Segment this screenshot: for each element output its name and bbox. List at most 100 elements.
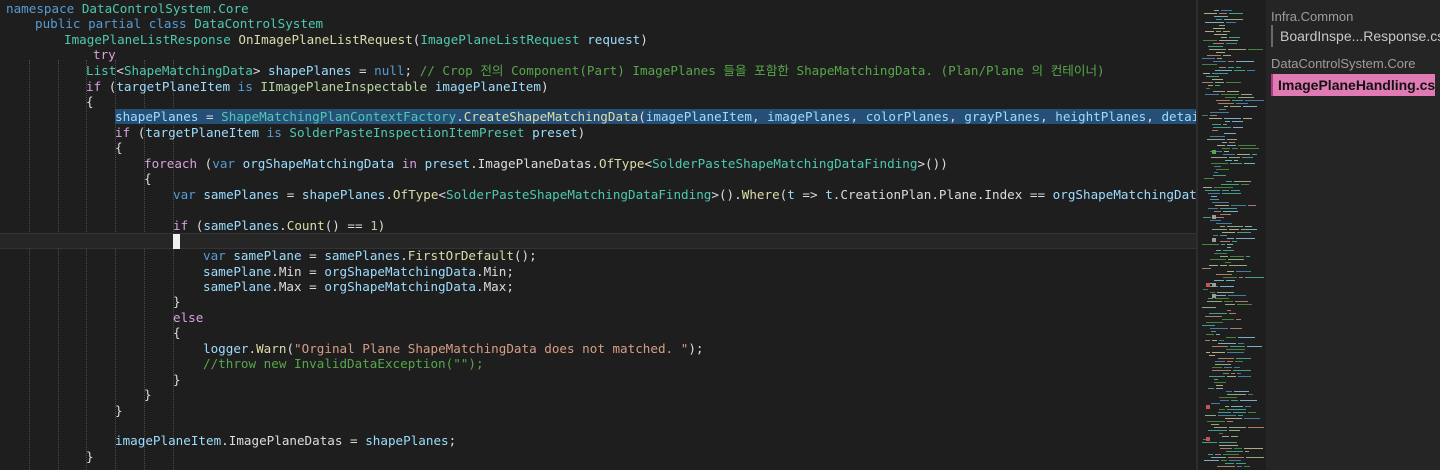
code-token: ) — [577, 125, 586, 140]
minimap-line — [1223, 373, 1229, 374]
minimap-line — [1210, 292, 1215, 293]
code-token: => — [794, 187, 826, 202]
minimap-line — [1212, 352, 1225, 353]
code-line: namespace DataControlSystem.Core — [6, 1, 249, 17]
file-tab-active[interactable]: ImagePlaneHandling.cs — [1271, 74, 1435, 96]
code-token: = — [279, 187, 302, 202]
minimap-line — [1216, 274, 1232, 275]
minimap-line — [1210, 112, 1229, 113]
code-token: imagePlaneItem — [434, 79, 541, 94]
minimap-line — [1244, 418, 1260, 419]
minimap-line — [1205, 22, 1224, 23]
minimap-line — [1202, 244, 1219, 245]
minimap-line — [1213, 43, 1224, 44]
minimap-line — [1216, 31, 1221, 32]
minimap-line — [1222, 193, 1241, 194]
minimap-line — [1223, 211, 1238, 212]
code-token: DataControlSystem.Core — [81, 1, 249, 16]
minimap-line — [1220, 241, 1230, 242]
minimap-line — [1217, 58, 1222, 59]
minimap-line — [1238, 97, 1254, 98]
minimap-line — [1234, 367, 1240, 368]
code-line: try — [93, 47, 116, 63]
minimap-line — [1211, 403, 1220, 404]
minimap-line — [1227, 352, 1244, 353]
minimap-line — [1222, 436, 1229, 437]
minimap-line — [1202, 442, 1217, 443]
minimap-line — [1221, 10, 1232, 11]
minimap-line — [1214, 10, 1219, 11]
minimap-line — [1220, 214, 1231, 215]
minimap-line — [1244, 466, 1250, 467]
minimap-line — [1212, 370, 1231, 371]
file-tab[interactable]: BoardInspe...Response.cs — [1271, 25, 1440, 47]
code-token: samePlane — [203, 279, 272, 294]
minimap-line — [1214, 427, 1227, 428]
minimap-line — [1224, 133, 1236, 134]
minimap-line — [1223, 31, 1230, 32]
code-token: detailResp — [1161, 109, 1196, 124]
tab-group-label: Infra.Common — [1271, 9, 1354, 24]
minimap-line — [1209, 355, 1215, 356]
minimap[interactable] — [1198, 0, 1266, 470]
minimap-line — [1205, 340, 1210, 341]
code-line: { — [173, 325, 181, 341]
code-token: = — [301, 248, 325, 263]
minimap-line — [1246, 457, 1264, 458]
minimap-line — [1210, 115, 1217, 116]
code-token: CreateShapeMatchingData — [463, 109, 639, 124]
code-token: DataControlSystem — [194, 16, 324, 31]
minimap-line — [1203, 73, 1210, 74]
minimap-line — [1210, 136, 1225, 137]
minimap-line — [1214, 172, 1218, 173]
minimap-line — [1243, 118, 1252, 119]
minimap-line — [1228, 259, 1244, 260]
minimap-line — [1203, 40, 1217, 41]
code-token: < — [116, 63, 124, 78]
minimap-line — [1236, 238, 1255, 239]
minimap-line — [1221, 244, 1225, 245]
code-token: heightPlanes — [1055, 109, 1147, 124]
tab-group-label: DataControlSystem.Core — [1271, 56, 1416, 71]
minimap-line — [1242, 157, 1253, 158]
code-token: OfType — [599, 156, 645, 171]
code-token: SolderPasteShapeMatchingDataFinding — [652, 156, 918, 171]
minimap-line — [1219, 340, 1224, 341]
minimap-line — [1212, 202, 1229, 203]
code-editor[interactable]: namespace DataControlSystem.Core public p… — [0, 0, 1196, 470]
minimap-line — [1218, 103, 1234, 104]
minimap-marker — [1212, 294, 1216, 298]
code-token: request — [587, 32, 641, 47]
code-line: } — [115, 403, 123, 419]
file-tab-label: ImagePlaneHandling.cs — [1278, 77, 1436, 93]
code-token: , — [1040, 109, 1056, 124]
code-token: imagePlaneItem — [115, 433, 222, 448]
minimap-marker — [1212, 238, 1216, 242]
minimap-line — [1207, 55, 1221, 56]
minimap-line — [1234, 70, 1245, 71]
minimap-line — [1214, 211, 1221, 212]
minimap-line — [1220, 256, 1228, 257]
minimap-line — [1212, 229, 1227, 230]
minimap-line — [1207, 139, 1225, 140]
minimap-line — [1208, 208, 1218, 209]
minimap-line — [1238, 145, 1256, 146]
code-token: var — [203, 248, 234, 263]
code-token: samePlane — [203, 264, 272, 279]
minimap-line — [1228, 49, 1246, 50]
minimap-line — [1220, 208, 1237, 209]
minimap-line — [1221, 184, 1239, 185]
text-caret — [173, 234, 180, 249]
minimap-line — [1244, 163, 1255, 164]
minimap-line — [1240, 400, 1257, 401]
minimap-line — [1234, 448, 1242, 449]
minimap-line — [1219, 397, 1237, 398]
minimap-line — [1245, 451, 1249, 452]
minimap-line — [1212, 124, 1221, 125]
minimap-line — [1245, 406, 1251, 407]
minimap-line — [1221, 37, 1227, 38]
minimap-line — [1237, 232, 1251, 233]
minimap-line — [1227, 421, 1233, 422]
minimap-line — [1237, 373, 1241, 374]
minimap-line — [1210, 199, 1219, 200]
